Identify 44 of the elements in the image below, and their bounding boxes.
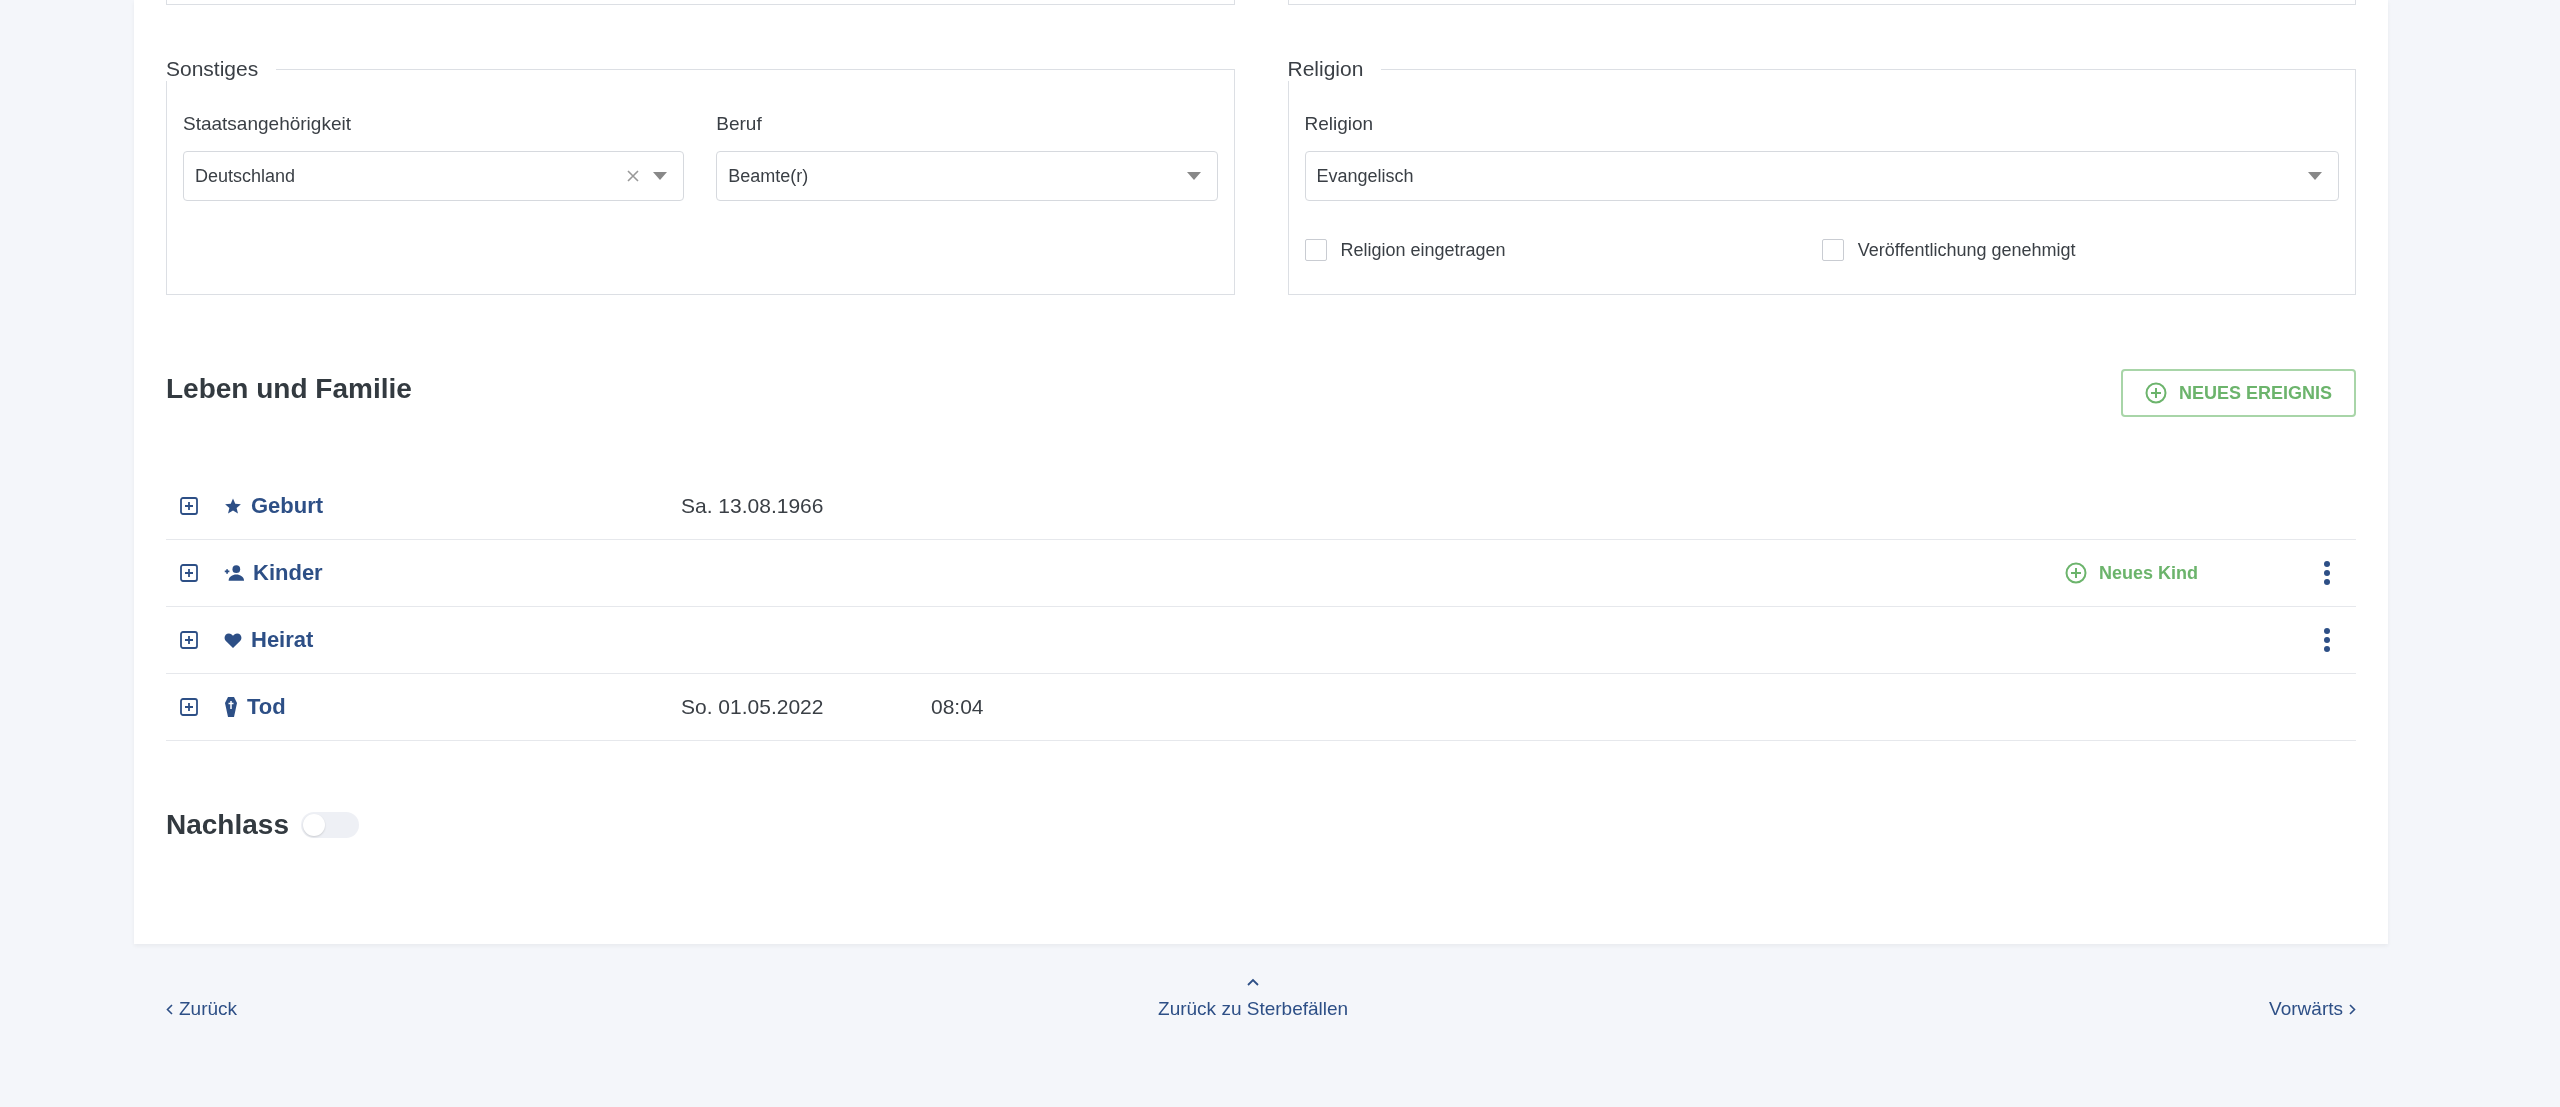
- fieldset-legend: Religion: [1287, 57, 1382, 81]
- expand-icon[interactable]: [180, 698, 198, 716]
- event-name[interactable]: Heirat: [251, 627, 314, 653]
- checkbox[interactable]: [1821, 239, 1844, 261]
- more-options-icon[interactable]: [2323, 627, 2331, 653]
- event-time: 08:04: [931, 695, 984, 718]
- dropdown-caret-icon: [2308, 172, 2322, 180]
- expand-icon[interactable]: [180, 631, 198, 649]
- fieldset-legend: Sonstiges: [166, 57, 277, 81]
- expand-icon[interactable]: [180, 564, 198, 582]
- select-field[interactable]: Beamte(r): [716, 151, 1218, 201]
- back-link[interactable]: Zurück: [166, 998, 238, 1020]
- heart-icon: [224, 631, 242, 649]
- expand-icon[interactable]: [180, 497, 198, 515]
- more-options-icon[interactable]: [2323, 560, 2331, 586]
- forward-link[interactable]: Vorwärts: [2269, 998, 2356, 1020]
- chevron-left-icon: [166, 1003, 173, 1015]
- plus-circle-icon: [2144, 382, 2167, 404]
- toggle-switch[interactable]: [300, 812, 359, 838]
- clear-icon[interactable]: [627, 170, 640, 182]
- field-label: Staatsangehörigkeit: [183, 113, 352, 135]
- select-field[interactable]: Evangelisch: [1304, 151, 2339, 201]
- event-name[interactable]: Tod: [247, 694, 286, 720]
- checkbox[interactable]: [1304, 239, 1327, 261]
- dropdown-caret-icon: [1186, 172, 1201, 180]
- plus-circle-icon: [2064, 562, 2087, 584]
- star-icon: [224, 497, 242, 515]
- checkbox-label: Religion eingetragen: [1340, 239, 1506, 261]
- caret-up-icon: [1247, 978, 1260, 986]
- section-title: Leben und Familie: [166, 373, 412, 405]
- dropdown-caret-icon: [653, 172, 668, 180]
- chevron-right-icon: [2349, 1003, 2356, 1015]
- checkbox-label: Veröffentlichung genehmigt: [1857, 239, 2076, 261]
- field-label: Beruf: [716, 113, 763, 135]
- back-to-list-link[interactable]: Zurück zu Sterbefällen: [1158, 978, 1349, 1020]
- event-date: So. 01.05.2022: [681, 695, 824, 718]
- event-name[interactable]: Kinder: [253, 560, 323, 586]
- coffin-icon: [224, 697, 238, 717]
- event-date: Sa. 13.08.1966: [681, 494, 824, 517]
- section-title: Nachlass: [166, 809, 289, 841]
- event-name[interactable]: Geburt: [251, 493, 324, 519]
- field-label: Religion: [1304, 113, 1375, 135]
- select-field[interactable]: Deutschland: [183, 151, 685, 201]
- person-add-icon: [224, 564, 244, 582]
